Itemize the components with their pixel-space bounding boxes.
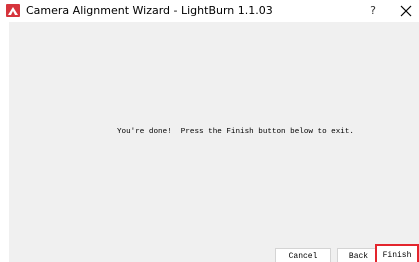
help-button[interactable]: ? — [366, 2, 380, 19]
lightburn-app-icon — [6, 4, 20, 17]
finish-button[interactable]: Finish — [375, 244, 419, 262]
back-button[interactable]: Back — [337, 248, 380, 262]
cancel-button[interactable]: Cancel — [275, 248, 331, 262]
camera-alignment-wizard-window: Camera Alignment Wizard - LightBurn 1.1.… — [0, 0, 419, 262]
completion-message: You're done! Press the Finish button bel… — [117, 128, 354, 136]
window-title: Camera Alignment Wizard - LightBurn 1.1.… — [26, 4, 273, 17]
close-icon[interactable] — [398, 2, 414, 19]
wizard-page: You're done! Press the Finish button bel… — [9, 22, 419, 262]
title-bar: Camera Alignment Wizard - LightBurn 1.1.… — [0, 0, 419, 22]
